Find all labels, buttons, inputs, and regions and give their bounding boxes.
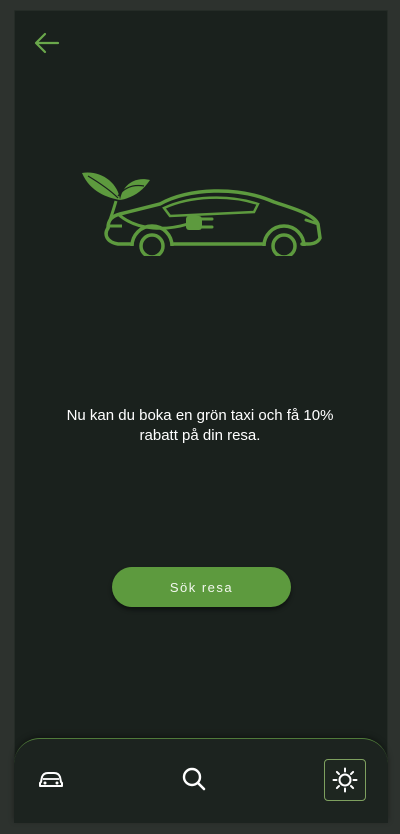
- promo-message: Nu kan du boka en grön taxi och få 10% r…: [66, 407, 334, 444]
- bottom-navigation: [14, 738, 388, 823]
- back-button[interactable]: [32, 28, 62, 58]
- car-icon: [39, 772, 63, 787]
- nav-item-cars[interactable]: [31, 759, 71, 799]
- search-icon: [182, 767, 206, 791]
- eco-electric-car-illustration: [82, 172, 322, 256]
- sun-icon: [332, 767, 358, 793]
- device-frame: Nu kan du boka en grön taxi och få 10% r…: [0, 0, 400, 834]
- search-trip-button[interactable]: Sök resa: [112, 567, 291, 607]
- nav-item-search[interactable]: [174, 759, 214, 799]
- arrow-left-icon: [34, 32, 60, 54]
- nav-item-eco[interactable]: [324, 759, 366, 801]
